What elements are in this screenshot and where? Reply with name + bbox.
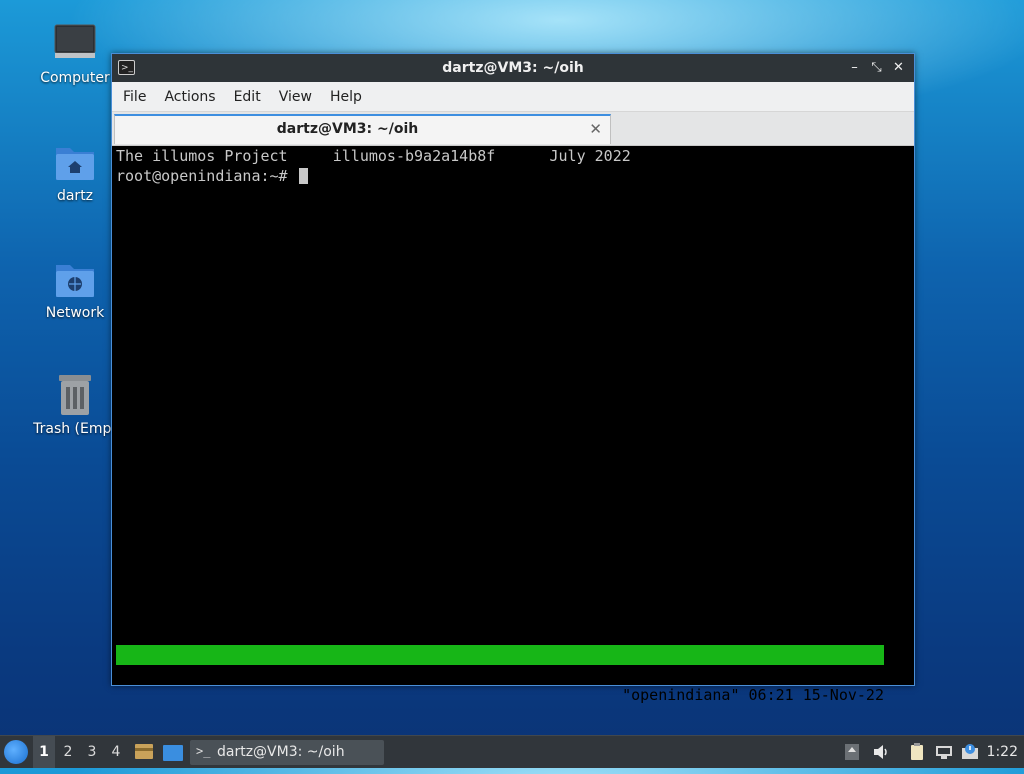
home-folder-icon (53, 140, 97, 184)
workspace-4[interactable]: 4 (105, 736, 127, 768)
start-menu-icon[interactable] (4, 740, 28, 764)
updates-notification-icon[interactable] (961, 743, 979, 761)
terminal-prompt-line: root@openindiana:~# (116, 166, 308, 186)
taskbar-task-terminal[interactable]: >_ dartz@VM3: ~/oih (190, 740, 384, 765)
desktop-icon-trash[interactable]: Trash (Empt (26, 373, 124, 437)
clock[interactable]: 1:22 (987, 736, 1018, 768)
desktop-icon-label: dartz (56, 188, 94, 204)
terminal-task-icon: >_ (196, 744, 211, 758)
menu-help[interactable]: Help (321, 89, 371, 105)
close-icon[interactable]: ✕ (889, 58, 908, 77)
menubar: File Actions Edit View Help (112, 82, 914, 112)
tab-terminal[interactable]: dartz@VM3: ~/oih ✕ (114, 114, 611, 144)
maximize-icon[interactable]: ⤡ (867, 58, 886, 77)
task-label: dartz@VM3: ~/oih (217, 744, 345, 760)
tmux-status-bar: [0] 0:bash* "openindiana" 06:21 15-Nov-2… (116, 645, 884, 704)
menu-file[interactable]: File (114, 89, 155, 105)
trash-icon (53, 373, 97, 417)
workspace-3[interactable]: 3 (81, 736, 103, 768)
desktop-icon-label: Computer (40, 70, 110, 86)
show-desktop-icon[interactable] (163, 742, 183, 762)
terminal-output[interactable]: The illumos Project illumos-b9a2a14b8f J… (114, 146, 912, 704)
volume-icon[interactable] (872, 743, 890, 761)
menu-actions[interactable]: Actions (155, 89, 224, 105)
window-title: dartz@VM3: ~/oih (442, 60, 584, 76)
terminal-line: The illumos Project illumos-b9a2a14b8f J… (116, 147, 631, 165)
tab-bar: dartz@VM3: ~/oih ✕ (112, 112, 914, 146)
menu-edit[interactable]: Edit (225, 89, 270, 105)
workspace-2[interactable]: 2 (57, 736, 79, 768)
minimize-icon[interactable]: – (845, 58, 864, 77)
tab-label: dartz@VM3: ~/oih (276, 121, 419, 137)
desktop-icon-label: Network (45, 305, 105, 321)
tray-arrow-icon[interactable] (843, 743, 861, 761)
file-manager-launcher-icon[interactable] (134, 741, 154, 761)
tmux-status-left: [0] 0:bash* (116, 666, 216, 684)
tab-close-icon[interactable]: ✕ (589, 120, 602, 138)
network-status-icon[interactable] (935, 743, 953, 761)
clipboard-icon[interactable] (908, 743, 926, 761)
taskbar: 1 2 3 4 >_ dartz@VM3: ~/oih 1:22 (0, 735, 1024, 768)
window-titlebar[interactable]: >_ dartz@VM3: ~/oih – ⤡ ✕ (112, 54, 914, 82)
terminal-window: >_ dartz@VM3: ~/oih – ⤡ ✕ File Actions E… (111, 53, 915, 704)
terminal-prompt: root@openindiana:~# (116, 167, 297, 185)
terminal-cursor (298, 168, 308, 184)
computer-icon (53, 22, 97, 66)
desktop-icon-network[interactable]: Network (26, 257, 124, 321)
workspace-1[interactable]: 1 (33, 736, 55, 768)
network-folder-icon (53, 257, 97, 301)
desktop-icon-label: Trash (Empt (33, 421, 117, 437)
menu-view[interactable]: View (270, 89, 321, 105)
tmux-status-right: "openindiana" 06:21 15-Nov-22 (622, 686, 884, 704)
desktop-icon-computer[interactable]: Computer (26, 22, 124, 86)
desktop-icon-home[interactable]: dartz (26, 140, 124, 204)
